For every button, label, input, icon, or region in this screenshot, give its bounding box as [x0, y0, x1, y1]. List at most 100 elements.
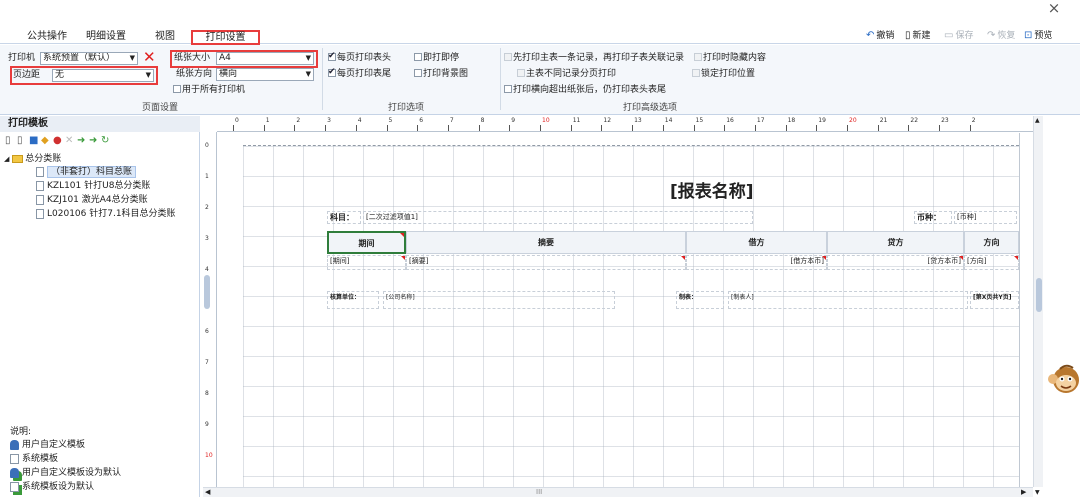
footer-maker-value[interactable]: [制表人] — [728, 291, 968, 309]
currency-label[interactable]: 币种： — [914, 211, 952, 224]
ruler-tick-label: 22 — [910, 117, 919, 124]
master-first-checkbox[interactable] — [504, 52, 512, 61]
lock-position-option[interactable]: 锁定打印位置 — [692, 68, 755, 80]
scroll-up-icon[interactable]: ▲ — [1035, 118, 1040, 124]
new-button[interactable]: ▯ 新建 — [905, 29, 931, 43]
refresh-icon[interactable]: ↻ — [101, 136, 111, 146]
remove-icon[interactable]: ✕ — [65, 136, 75, 146]
legend-item: 用户自定义模板 — [10, 439, 85, 451]
overflow-header-text: 打印横向超出纸张后，仍打印表头表尾 — [513, 85, 667, 95]
right-splitter-grip[interactable] — [1036, 278, 1042, 312]
report-canvas[interactable] — [243, 145, 1019, 489]
footer-page-number[interactable]: [第X页共Y页] — [970, 291, 1019, 309]
print-background-checkbox[interactable] — [414, 68, 422, 77]
lock-position-checkbox[interactable] — [692, 68, 700, 77]
monkey-mascot-icon[interactable] — [1046, 362, 1080, 402]
left-splitter-grip[interactable] — [204, 275, 210, 309]
close-icon[interactable]: × — [1044, 0, 1064, 16]
paper-orient-select-value: 横向 — [219, 69, 238, 79]
footer-each-page-option[interactable]: 每页打印表尾 — [328, 66, 391, 80]
ruler-tick-label: 4 — [205, 266, 209, 273]
delete-template-icon[interactable]: ● — [53, 136, 63, 146]
cell-debit[interactable]: [借方本币] — [686, 255, 827, 270]
cell-credit[interactable]: [贷方本币] — [827, 255, 964, 270]
template-item[interactable]: （非套打）科目总账 — [36, 166, 137, 178]
master-first-text: 先打印主表一条记录，再打印子表关联记录 — [513, 53, 685, 63]
footer-unit-value[interactable]: [公司名称] — [383, 291, 615, 309]
save-button[interactable]: ▭ 保存 — [944, 29, 973, 43]
template-item[interactable]: KZL101 针打U8总分类账 — [36, 180, 150, 192]
ruler-tick-label: 9 — [205, 421, 209, 428]
header-period[interactable]: 期间 — [327, 231, 406, 254]
menu-common-ops[interactable]: 公共操作 — [27, 30, 67, 44]
currency-value[interactable]: [币种] — [954, 211, 1017, 224]
menu-print-settings[interactable]: 打印设置 — [191, 30, 260, 45]
menu-detail-settings[interactable]: 明细设置 — [86, 30, 126, 44]
ruler-tick — [570, 125, 572, 131]
undo-button[interactable]: ↶ 撤销 — [866, 29, 894, 43]
top-ruler: 0 1 2 3 4 5 6 7 8 9 10 11 12 13 14 15 16 17 18 19 20 21 22 23 2 — [217, 116, 1033, 132]
margin-select[interactable]: 无 ▼ — [52, 69, 154, 82]
cell-direction[interactable]: [方向] — [964, 255, 1019, 270]
header-debit[interactable]: 借方 — [686, 231, 827, 254]
preview-button[interactable]: ⊡ 预览 — [1024, 29, 1052, 43]
ruler-tick-label: 21 — [879, 117, 888, 124]
scroll-thumb-grip[interactable]: III — [536, 488, 542, 497]
scroll-left-icon[interactable]: ◀ — [205, 488, 210, 497]
menu-view[interactable]: 视图 — [155, 30, 175, 44]
printer-select[interactable]: 系统预置（默认） ▼ — [40, 52, 138, 65]
no-split-option[interactable]: 主表不同记录分页打印 — [517, 68, 616, 80]
ruler-tick-label: 10 — [205, 452, 213, 459]
footer-unit-label[interactable]: 核算单位： — [327, 291, 379, 309]
scroll-right-icon[interactable]: ▶ — [1021, 488, 1026, 497]
header-each-page-checkbox[interactable] — [328, 50, 336, 62]
header-credit[interactable]: 贷方 — [827, 231, 964, 254]
cell-summary[interactable]: [摘要] — [406, 255, 686, 270]
export-icon[interactable]: ➜ — [89, 136, 99, 146]
template-item[interactable]: KZJ101 激光A4总分类账 — [36, 194, 148, 206]
hide-content-checkbox[interactable] — [694, 52, 702, 61]
set-default-icon[interactable]: ◆ — [41, 136, 51, 146]
print-now-checkbox[interactable] — [414, 52, 422, 61]
save-template-icon[interactable]: ■ — [29, 136, 39, 146]
ruler-tick-label: 5 — [388, 117, 393, 124]
overflow-header-option[interactable]: 打印横向超出纸张后，仍打印表头表尾 — [504, 84, 666, 96]
tree-root[interactable]: ◢ 总分类账 — [4, 153, 61, 165]
legend-item: 用户自定义模板设为默认 — [10, 467, 121, 479]
left-ruler: 012345678910 — [203, 132, 217, 492]
ruler-tick — [969, 125, 971, 131]
ruler-tick — [632, 125, 634, 131]
print-now-option[interactable]: 即打即停 — [414, 52, 459, 64]
footer-maker-label[interactable]: 制表： — [676, 291, 724, 309]
new-template-icon[interactable]: ▯ — [5, 136, 15, 146]
subject-label[interactable]: 科目： — [327, 211, 361, 224]
header-summary[interactable]: 摘要 — [406, 231, 686, 254]
no-split-checkbox[interactable] — [517, 68, 525, 77]
footer-each-page-checkbox[interactable] — [328, 66, 336, 78]
scroll-down-icon[interactable]: ▼ — [1035, 490, 1040, 496]
copy-template-icon[interactable]: ▯ — [17, 136, 27, 146]
import-icon[interactable]: ➜ — [77, 136, 87, 146]
subject-value[interactable]: [二次过滤项值1] — [363, 211, 753, 224]
print-background-option[interactable]: 打印背景图 — [414, 68, 468, 80]
all-printers-checkbox[interactable] — [173, 84, 181, 93]
delete-icon[interactable]: ✕ — [143, 49, 156, 65]
master-first-option[interactable]: 先打印主表一条记录，再打印子表关联记录 — [504, 52, 684, 64]
template-item[interactable]: L020106 针打7.1科目总分类账 — [36, 208, 176, 220]
ruler-tick-label: 13 — [634, 117, 642, 124]
hide-content-option[interactable]: 打印时隐藏内容 — [694, 52, 766, 64]
paper-size-select[interactable]: A4 ▼ — [216, 52, 314, 65]
report-title[interactable]: [报表名称] — [670, 181, 754, 203]
all-printers-option[interactable]: 用于所有打印机 — [173, 84, 245, 96]
horizontal-scrollbar[interactable]: ◀ III ▶ — [203, 487, 1033, 497]
ruler-tick-label: 8 — [480, 117, 485, 124]
restore-button[interactable]: ↷ 恢复 — [987, 29, 1015, 43]
header-each-page-option[interactable]: 每页打印表头 — [328, 50, 391, 64]
cell-period[interactable]: [期间] — [327, 255, 406, 270]
paper-orient-select[interactable]: 横向 ▼ — [216, 68, 314, 81]
overflow-header-checkbox[interactable] — [504, 84, 512, 93]
ruler-tick — [509, 125, 511, 131]
template-item-label: KZJ101 激光A4总分类账 — [47, 195, 148, 205]
legend-item: 系统模板设为默认 — [10, 481, 94, 493]
header-direction[interactable]: 方向 — [964, 231, 1019, 254]
